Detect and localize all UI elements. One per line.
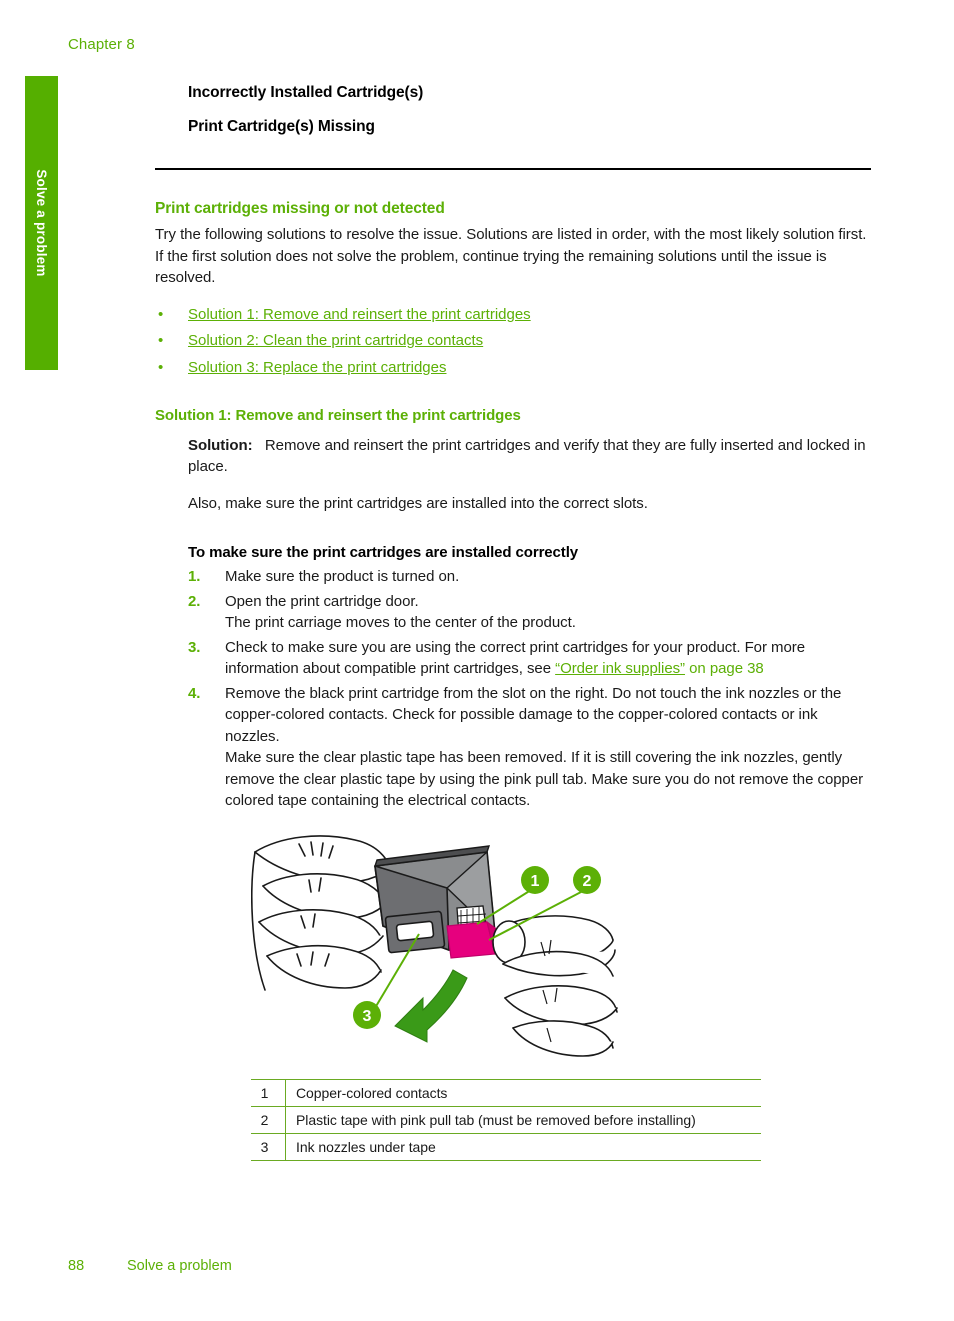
svg-text:1: 1 bbox=[531, 873, 540, 890]
legend-index: 2 bbox=[251, 1105, 286, 1134]
list-item: • Solution 1: Remove and reinsert the pr… bbox=[155, 305, 871, 325]
horizontal-rule bbox=[155, 168, 871, 170]
callout-1: 1 bbox=[521, 865, 549, 894]
solution-statement: Solution: Remove and reinsert the print … bbox=[188, 435, 871, 478]
table-row: 1 Copper-colored contacts bbox=[251, 1078, 761, 1107]
solution-link-list: • Solution 1: Remove and reinsert the pr… bbox=[155, 305, 871, 378]
legend-description: Ink nozzles under tape bbox=[285, 1132, 761, 1161]
cartridge-illustration-svg: 1 2 3 bbox=[251, 834, 618, 1057]
table-row: 3 Ink nozzles under tape bbox=[251, 1132, 761, 1161]
side-tab-solve-a-problem: Solve a problem bbox=[25, 76, 58, 370]
legend-description: Copper-colored contacts bbox=[285, 1078, 761, 1107]
list-item: • Solution 3: Replace the print cartridg… bbox=[155, 358, 871, 378]
bullet-icon: • bbox=[158, 305, 164, 323]
bullet-icon: • bbox=[158, 332, 164, 349]
section-intro-paragraph: Try the following solutions to resolve t… bbox=[155, 226, 867, 286]
list-item: 2. Open the print cartridge door. The pr… bbox=[188, 591, 871, 634]
list-item: 3. Check to make sure you are using the … bbox=[188, 637, 871, 680]
svg-text:2: 2 bbox=[583, 873, 592, 890]
step-number: 2. bbox=[188, 592, 201, 610]
callout-3: 3 bbox=[353, 1000, 381, 1029]
step-text: Open the print cartridge door. bbox=[225, 592, 419, 610]
link-solution-2[interactable]: Solution 2: Clean the print cartridge co… bbox=[188, 332, 483, 349]
document-page: Chapter 8 Solve a problem Incorrectly In… bbox=[0, 0, 954, 1321]
list-item: • Solution 2: Clean the print cartridge … bbox=[155, 331, 871, 351]
list-item: 4. Remove the black print cartridge from… bbox=[188, 683, 871, 812]
procedure-title: To make sure the print cartridges are in… bbox=[188, 544, 578, 561]
table-row: 2 Plastic tape with pink pull tab (must … bbox=[251, 1105, 761, 1134]
legend-index: 3 bbox=[251, 1132, 286, 1161]
step-number: 3. bbox=[188, 638, 201, 656]
section-heading: Print cartridges missing or not detected bbox=[155, 200, 445, 217]
cartridge-illustration: 1 2 3 bbox=[251, 830, 871, 1070]
link-order-ink-supplies-page[interactable]: on page 38 bbox=[685, 660, 764, 677]
legend-index: 1 bbox=[251, 1078, 286, 1107]
callout-2: 2 bbox=[573, 865, 601, 894]
step-text: Remove the black print cartridge from th… bbox=[225, 684, 842, 745]
pull-direction-arrow bbox=[394, 968, 468, 1043]
message-heading-cartridges-missing: Print Cartridge(s) Missing bbox=[188, 118, 375, 135]
solution-statement-text: Remove and reinsert the print cartridges… bbox=[188, 436, 866, 476]
step-number: 4. bbox=[188, 684, 201, 702]
link-order-ink-supplies[interactable]: “Order ink supplies” bbox=[555, 660, 685, 677]
footer-section-name: Solve a problem bbox=[127, 1258, 232, 1274]
chapter-running-head: Chapter 8 bbox=[68, 36, 135, 53]
page-footer: 88 Solve a problem bbox=[68, 1258, 232, 1274]
side-tab-label: Solve a problem bbox=[34, 169, 49, 277]
print-cartridge-body bbox=[373, 844, 504, 959]
step-text: Make sure the product is turned on. bbox=[225, 568, 460, 585]
legend-description: Plastic tape with pink pull tab (must be… bbox=[285, 1105, 761, 1134]
solution-1-heading: Solution 1: Remove and reinsert the prin… bbox=[155, 406, 521, 424]
list-item: 1. Make sure the product is turned on. bbox=[188, 566, 871, 588]
footer-page-number: 88 bbox=[68, 1258, 85, 1274]
solution-also-note: Also, make sure the print cartridges are… bbox=[188, 494, 648, 512]
svg-text:3: 3 bbox=[363, 1008, 372, 1025]
bullet-icon: • bbox=[158, 358, 164, 376]
step-number: 1. bbox=[188, 568, 201, 585]
figure-legend-table: 1 Copper-colored contacts 2 Plastic tape… bbox=[251, 1078, 761, 1161]
page-content: Incorrectly Installed Cartridge(s) Print… bbox=[155, 0, 871, 1161]
procedure-step-list: 1. Make sure the product is turned on. 2… bbox=[188, 566, 871, 812]
message-heading-incorrect-cartridges: Incorrectly Installed Cartridge(s) bbox=[188, 84, 424, 101]
step-sub-text: Make sure the clear plastic tape has bee… bbox=[225, 749, 864, 809]
solution-label: Solution: bbox=[188, 436, 253, 454]
step-sub-text: The print carriage moves to the center o… bbox=[225, 614, 576, 631]
link-solution-3[interactable]: Solution 3: Replace the print cartridges bbox=[188, 359, 446, 376]
solution-1-body: Solution: Remove and reinsert the print … bbox=[188, 435, 871, 1161]
link-solution-1[interactable]: Solution 1: Remove and reinsert the prin… bbox=[188, 306, 531, 323]
